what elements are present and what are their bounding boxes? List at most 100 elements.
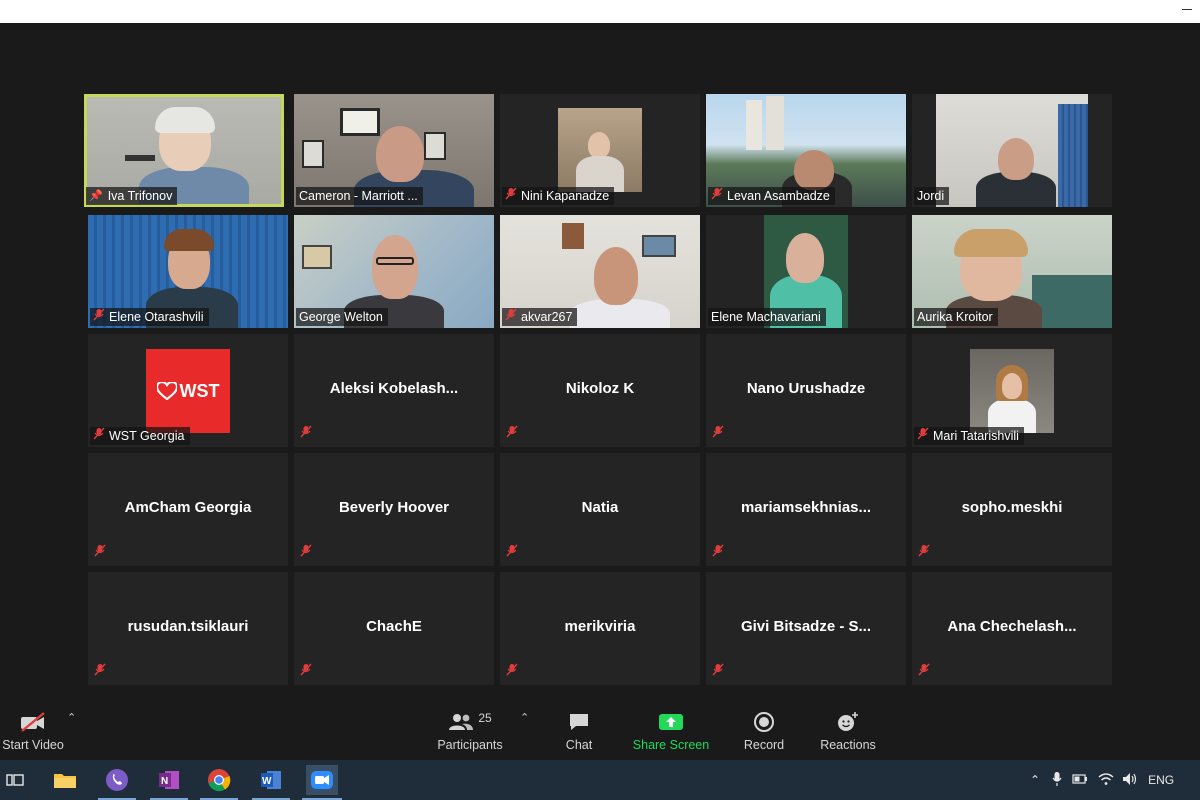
wall-object <box>125 155 155 161</box>
show-hidden-icons-icon[interactable]: ⌃ <box>1030 773 1040 787</box>
building <box>766 96 784 150</box>
participant-tile[interactable]: Nini Kapanadze <box>500 94 700 207</box>
participant-name: Beverly Hoover <box>338 499 450 516</box>
person-face <box>998 138 1034 180</box>
onenote-icon[interactable]: N <box>154 765 184 795</box>
participant-name-label: Cameron - Marriott ... <box>296 187 423 205</box>
building <box>746 100 762 150</box>
video-off-icon <box>2 709 64 735</box>
participant-name: mariamsekhnias... <box>740 499 872 516</box>
mic-muted-icon <box>505 187 517 205</box>
heart-logo-icon <box>156 382 177 400</box>
participant-tile[interactable]: AmCham Georgia <box>88 453 288 566</box>
wifi-icon[interactable] <box>1098 772 1114 789</box>
start-video-label: Start Video <box>2 738 64 752</box>
battery-icon[interactable] <box>1072 773 1088 787</box>
participant-name-label: akvar267 <box>502 308 578 326</box>
word-icon[interactable]: W <box>256 765 286 795</box>
participant-tile[interactable]: merikviria <box>500 572 700 685</box>
meeting-controls-bar: Start Video ⌃ 25 Participants ⌃ Chat Sha… <box>0 703 1200 760</box>
participant-name: Nikoloz K <box>565 380 635 397</box>
chat-button[interactable]: Chat <box>558 709 600 752</box>
participant-tile[interactable]: mariamsekhnias... <box>706 453 906 566</box>
file-explorer-icon[interactable] <box>50 765 80 795</box>
participant-tile[interactable]: Ana Chechelash... <box>912 572 1112 685</box>
participant-tile[interactable]: Elene Otarashvili <box>88 215 288 328</box>
gallery-view: 📌 Iva Trifonov Cameron - Marriott ... Ni… <box>0 23 1200 703</box>
participant-tile[interactable]: sopho.meskhi <box>912 453 1112 566</box>
mic-muted-icon <box>300 544 312 562</box>
participant-tile[interactable]: rusudan.tsiklauri <box>88 572 288 685</box>
mic-muted-icon <box>917 427 929 445</box>
reactions-button[interactable]: Reactions <box>818 709 878 752</box>
participant-name-label: Mari Tatarishvili <box>914 427 1024 445</box>
chrome-icon[interactable] <box>204 765 234 795</box>
participants-icon-wrap: 25 <box>436 709 504 735</box>
mic-muted-icon <box>300 425 312 443</box>
participant-name: Givi Bitsadze - S... <box>740 618 872 635</box>
participant-tile[interactable]: George Welton <box>294 215 494 328</box>
participant-tile[interactable]: Elene Machavariani <box>706 215 906 328</box>
participant-name: Natia <box>581 499 619 516</box>
avatar-text: WST <box>179 380 220 401</box>
participant-tile[interactable]: Mari Tatarishvili <box>912 334 1112 447</box>
share-screen-icon <box>632 709 710 735</box>
participant-name: Iva Trifonov <box>107 189 173 203</box>
person-hair <box>954 229 1028 257</box>
participant-tile[interactable]: Aleksi Kobelash... <box>294 334 494 447</box>
participant-tile[interactable]: Cameron - Marriott ... <box>294 94 494 207</box>
window-blinds <box>1058 104 1088 207</box>
participant-tile[interactable]: Givi Bitsadze - S... <box>706 572 906 685</box>
office-background <box>936 94 1088 207</box>
zoom-icon[interactable] <box>306 765 338 795</box>
reactions-label: Reactions <box>820 738 876 752</box>
participant-tile[interactable]: Levan Asambadze <box>706 94 906 207</box>
participant-tile[interactable]: 📌 Iva Trifonov <box>84 94 284 207</box>
volume-icon[interactable] <box>1122 772 1138 789</box>
video-options-caret-icon[interactable]: ⌃ <box>67 711 76 724</box>
input-language-indicator[interactable]: ENG <box>1148 773 1174 787</box>
person-face <box>594 247 638 305</box>
participant-tile[interactable]: akvar267 <box>500 215 700 328</box>
glasses <box>376 257 414 265</box>
participant-tile[interactable]: Nikoloz K <box>500 334 700 447</box>
start-video-button[interactable]: Start Video <box>2 709 64 752</box>
participant-tile[interactable]: Beverly Hoover <box>294 453 494 566</box>
svg-text:N: N <box>161 776 168 787</box>
wall-icon <box>562 223 584 249</box>
mic-muted-icon <box>300 663 312 681</box>
microphone-icon[interactable] <box>1052 771 1062 790</box>
wall-frame <box>642 235 676 257</box>
chat-label: Chat <box>565 738 593 752</box>
mic-muted-icon <box>94 663 106 681</box>
participant-tile[interactable]: ChachE <box>294 572 494 685</box>
participant-tile[interactable]: Natia <box>500 453 700 566</box>
share-screen-button[interactable]: Share Screen <box>632 709 710 752</box>
task-view-icon[interactable] <box>0 765 30 795</box>
mic-muted-icon <box>712 425 724 443</box>
participants-button[interactable]: 25 Participants <box>436 709 504 752</box>
participant-name: rusudan.tsiklauri <box>127 618 249 635</box>
participant-name-label: 📌 Iva Trifonov <box>86 187 178 205</box>
participant-tile[interactable]: Jordi <box>912 94 1112 207</box>
minimize-icon[interactable] <box>1182 9 1192 10</box>
participant-name: Elene Machavariani <box>711 310 821 324</box>
participant-name-label: Elene Machavariani <box>708 308 826 326</box>
participant-tile[interactable]: WST WST Georgia <box>88 334 288 447</box>
participant-tile[interactable]: Nano Urushadze <box>706 334 906 447</box>
chair <box>1032 275 1112 328</box>
participant-name-label: Elene Otarashvili <box>90 308 209 326</box>
viber-icon[interactable] <box>102 765 132 795</box>
participants-options-caret-icon[interactable]: ⌃ <box>520 711 529 724</box>
participant-name-label: Levan Asambadze <box>708 187 835 205</box>
participant-name-label: Nini Kapanadze <box>502 187 615 205</box>
small-video-frame <box>558 108 642 192</box>
record-label: Record <box>743 738 785 752</box>
participant-name: Elene Otarashvili <box>109 310 204 324</box>
record-button[interactable]: Record <box>740 709 788 752</box>
participant-tile[interactable]: Aurika Kroitor <box>912 215 1112 328</box>
participant-name: ChachE <box>366 618 422 635</box>
mic-muted-icon <box>94 544 106 562</box>
participants-label: Participants <box>437 738 503 752</box>
mic-muted-icon <box>712 544 724 562</box>
